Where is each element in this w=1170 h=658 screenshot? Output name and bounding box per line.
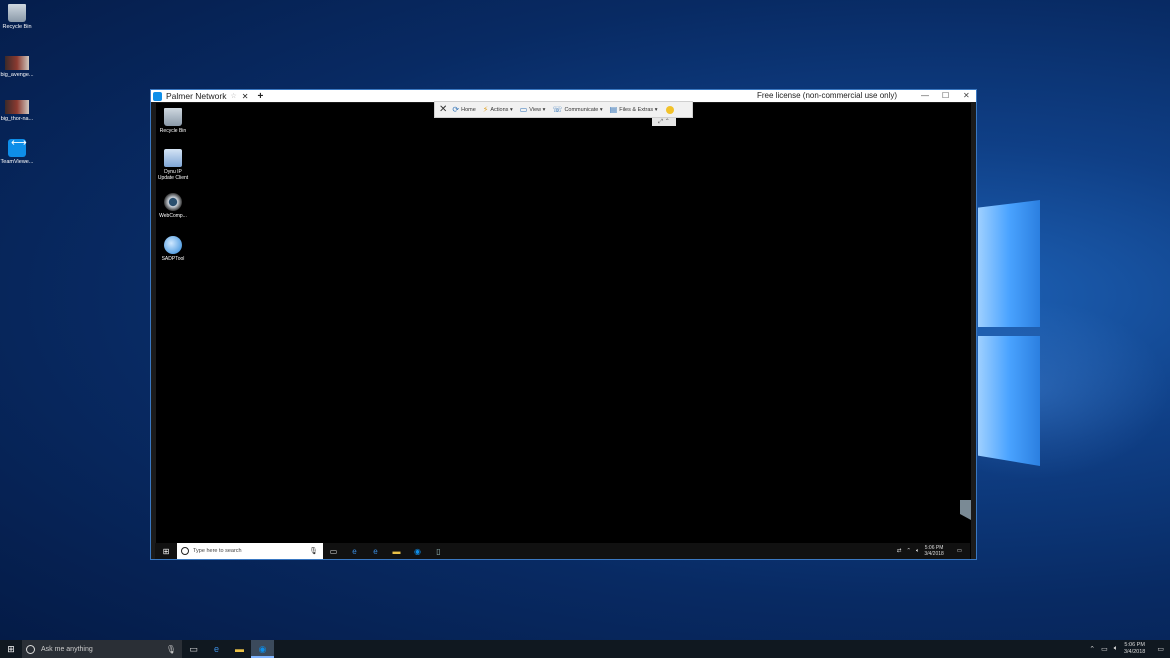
host-taskbar: ⊞ Ask me anything 🎙︎ ▭ e ▬ ◉ ⌃ ▭ 🔈︎ 5:06… bbox=[0, 640, 1170, 658]
remote-icon-label: WebComp... bbox=[159, 213, 187, 219]
image-file-icon bbox=[5, 100, 29, 114]
new-tab-button[interactable]: + bbox=[257, 91, 263, 102]
toolbar-view-label: View bbox=[529, 106, 542, 113]
license-notice: Free license (non-commercial use only) bbox=[757, 91, 898, 100]
toolbar-files-extras-label: Files & Extras bbox=[619, 106, 654, 113]
remote-icon-webcomp[interactable]: WebComp... bbox=[156, 193, 190, 219]
teamviewer-icon bbox=[153, 91, 162, 101]
remote-icon-label: Dynu IP Update Client bbox=[157, 169, 189, 181]
remote-icon-dynu[interactable]: Dynu IP Update Client bbox=[156, 149, 190, 181]
clock-time: 5:06 PM bbox=[1124, 642, 1145, 648]
close-button[interactable]: ✕ bbox=[963, 90, 970, 102]
home-icon: ⟳ bbox=[452, 105, 460, 114]
remote-icon-sadptool[interactable]: SADPTool bbox=[156, 236, 190, 262]
toolbar-home-label: Home bbox=[461, 106, 476, 113]
chevron-down-icon: ▾ bbox=[542, 106, 546, 113]
monitor-icon: ▭ bbox=[519, 105, 528, 114]
remote-icon-recycle-bin[interactable]: Recycle Bin bbox=[156, 108, 190, 134]
remote-search-box[interactable]: Type here to search 🎙︎ bbox=[177, 543, 323, 559]
desktop-icon-label: Recycle Bin bbox=[2, 24, 32, 30]
feedback-smiley-icon[interactable] bbox=[666, 105, 675, 114]
recycle-bin-icon bbox=[8, 4, 26, 22]
toolbar-communicate[interactable]: ☏ Communicate ▾ bbox=[552, 105, 602, 114]
remote-icon-label: Recycle Bin bbox=[159, 128, 187, 134]
folder-icon: ▤ bbox=[609, 105, 618, 114]
teamviewer-toolbar: ✕ ⟳ Home ⚡ Actions ▾ ▭ View ▾ ☏ Communicate … bbox=[434, 101, 693, 118]
clock[interactable]: 5:06 PM 3/4/2018 bbox=[1124, 642, 1145, 656]
remote-clock[interactable]: 5:06 PM 3/4/2018 bbox=[924, 545, 943, 557]
image-file-icon bbox=[5, 56, 29, 70]
toolbar-actions-label: Actions bbox=[490, 106, 509, 113]
notifications-icon[interactable]: ▭ bbox=[957, 548, 962, 554]
sadp-tool-icon bbox=[164, 236, 182, 254]
desktop-icon-label: big_avenge... bbox=[0, 72, 34, 78]
end-session-button[interactable]: ✕ bbox=[439, 104, 447, 115]
remote-clock-date: 3/4/2018 bbox=[924, 551, 944, 557]
remote-system-tray: ⇄ ⌃ 🔈︎ 5:06 PM 3/4/2018 ▭ bbox=[897, 543, 962, 559]
maximize-button[interactable]: ☐ bbox=[942, 90, 949, 102]
tray-overflow-icon[interactable]: ⌃ bbox=[906, 548, 911, 554]
start-button[interactable]: ⊞ bbox=[0, 644, 22, 655]
remote-control-window: Palmer Network ☆ ✕ + Free license (non-c… bbox=[150, 89, 977, 560]
webcam-icon bbox=[164, 193, 182, 211]
recycle-bin-icon bbox=[164, 108, 182, 126]
toolbar-collapse-control[interactable]: ⤢ ⌃ bbox=[652, 118, 676, 126]
file-explorer-icon[interactable]: ▬ bbox=[386, 547, 407, 556]
remote-search-placeholder: Type here to search bbox=[193, 548, 242, 554]
microphone-icon[interactable]: 🎙︎ bbox=[166, 645, 176, 654]
search-icon bbox=[181, 547, 189, 555]
desktop-icon-recycle-bin[interactable]: Recycle Bin bbox=[0, 4, 34, 31]
volume-icon[interactable]: 🔈︎ bbox=[1114, 645, 1118, 653]
desktop-icon-label: big_thor-na... bbox=[0, 116, 34, 122]
chevron-down-icon: ▾ bbox=[654, 106, 658, 113]
cortana-search-box[interactable]: Ask me anything 🎙︎ bbox=[22, 640, 182, 658]
favorite-star-icon[interactable]: ☆ bbox=[230, 92, 236, 100]
edge-icon[interactable]: e bbox=[365, 547, 386, 556]
microphone-icon[interactable]: 🎙︎ bbox=[309, 547, 318, 555]
remote-taskbar: ⊞ Type here to search 🎙︎ ▭ e e ▬ ◉ ▯ ⇄ ⌃… bbox=[155, 543, 970, 559]
toolbar-home[interactable]: ⟳ Home bbox=[452, 105, 475, 114]
ie-icon[interactable]: e bbox=[344, 547, 365, 556]
clock-date: 3/4/2018 bbox=[1123, 649, 1146, 655]
chevron-down-icon: ▾ bbox=[599, 106, 603, 113]
wallpaper-logo-pane-bottom bbox=[978, 336, 1040, 466]
app-icon[interactable]: ▯ bbox=[428, 547, 449, 556]
lightning-icon: ⚡ bbox=[482, 105, 489, 114]
teamviewer-icon bbox=[8, 139, 27, 157]
remote-start-button[interactable]: ⊞ bbox=[155, 547, 177, 556]
desktop-icon-teamviewer[interactable]: TeamViewe... bbox=[0, 139, 34, 166]
task-view-icon[interactable]: ▭ bbox=[182, 640, 205, 658]
cortana-placeholder: Ask me anything bbox=[41, 645, 93, 653]
remote-icon-label: SADPTool bbox=[161, 256, 185, 262]
edge-icon[interactable]: e bbox=[205, 640, 228, 658]
system-tray: ⌃ ▭ 🔈︎ 5:06 PM 3/4/2018 ▭ bbox=[1089, 640, 1164, 658]
desktop-icon-big-avengers[interactable]: big_avenge... bbox=[0, 56, 34, 79]
task-view-icon[interactable]: ▭ bbox=[323, 547, 344, 556]
network-icon[interactable]: ⇄ bbox=[897, 548, 902, 554]
toolbar-communicate-label: Communicate bbox=[564, 106, 599, 113]
chevron-down-icon: ▾ bbox=[509, 106, 513, 113]
desktop-icon-big-thor[interactable]: big_thor-na... bbox=[0, 100, 34, 123]
file-explorer-icon[interactable]: ▬ bbox=[228, 640, 251, 658]
tab-palmer-network[interactable]: Palmer Network bbox=[166, 91, 226, 101]
volume-icon[interactable]: 🔈︎ bbox=[916, 548, 919, 555]
toolbar-actions[interactable]: ⚡ Actions ▾ bbox=[483, 105, 513, 114]
toolbar-files-extras[interactable]: ▤ Files & Extras ▾ bbox=[610, 105, 658, 114]
tray-overflow-icon[interactable]: ⌃ bbox=[1089, 645, 1095, 653]
remote-screen[interactable]: Recycle Bin Dynu IP Update Client WebCom… bbox=[156, 103, 971, 559]
desktop-icon-label: TeamViewe... bbox=[0, 159, 34, 165]
tab-close-button[interactable]: ✕ bbox=[242, 92, 249, 101]
phone-icon: ☏ bbox=[552, 105, 563, 114]
teamviewer-icon[interactable]: ◉ bbox=[407, 547, 428, 556]
teamviewer-icon[interactable]: ◉ bbox=[251, 640, 274, 658]
cortana-icon bbox=[26, 644, 35, 654]
wallpaper-logo-pane-top bbox=[978, 200, 1040, 327]
dynu-client-icon bbox=[164, 149, 182, 167]
notifications-icon[interactable]: ▭ bbox=[1157, 645, 1164, 653]
network-icon[interactable]: ▭ bbox=[1101, 645, 1108, 653]
minimize-button[interactable]: — bbox=[921, 90, 929, 102]
toolbar-view[interactable]: ▭ View ▾ bbox=[520, 105, 546, 114]
